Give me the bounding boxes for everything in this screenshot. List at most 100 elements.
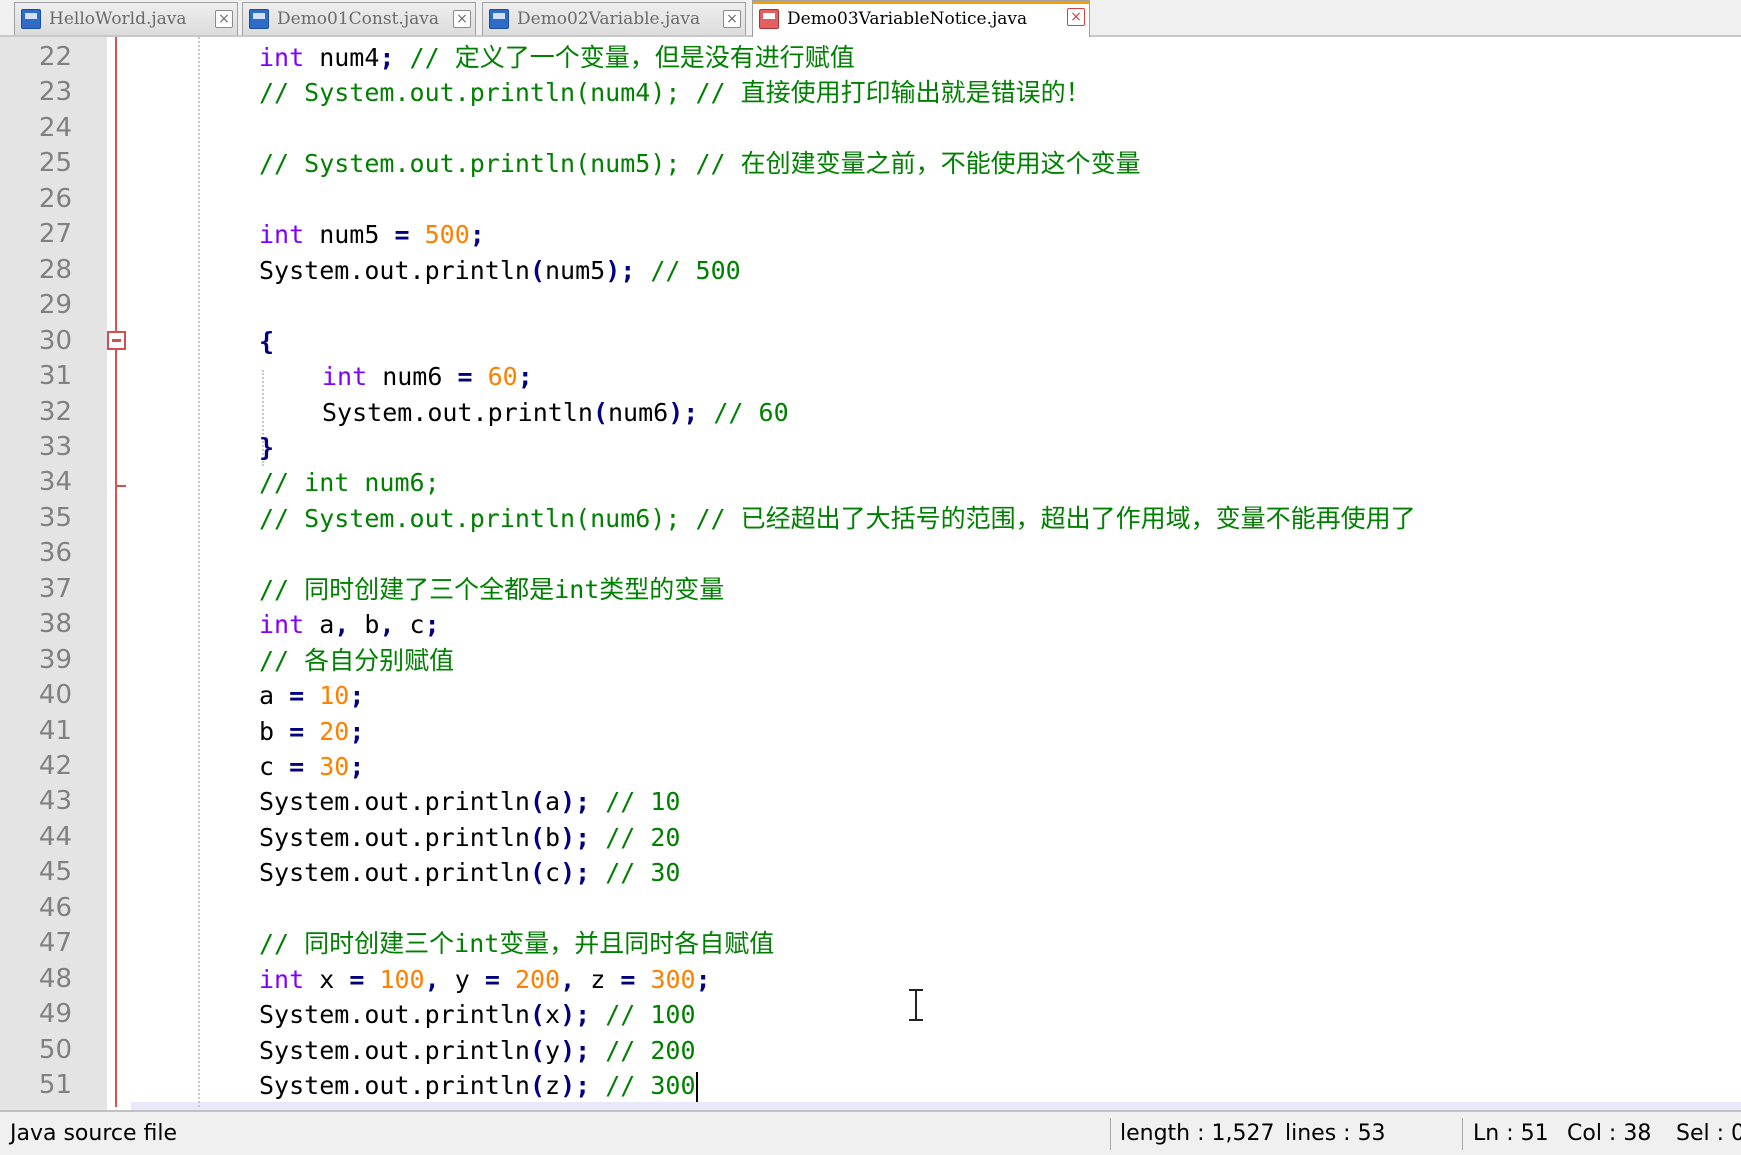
code-token: 300	[650, 965, 696, 994]
code-token: num5	[304, 220, 395, 249]
code-line: int a, b, c;	[259, 607, 440, 642]
line-number: 30	[38, 326, 72, 356]
line-number: 32	[38, 397, 72, 427]
tab-demo01const[interactable]: Demo01Const.java ×	[242, 2, 476, 35]
java-file-icon	[21, 9, 41, 29]
code-token: b	[259, 717, 290, 746]
code-token: // int num6;	[259, 468, 440, 497]
close-icon[interactable]: ×	[215, 10, 233, 28]
code-line: int num6 = 60;	[322, 359, 533, 394]
line-number: 36	[38, 538, 72, 568]
code-token: num5	[545, 256, 606, 285]
code-token: ,	[379, 610, 395, 639]
close-icon[interactable]: ×	[723, 10, 741, 28]
code-line: // System.out.println(num6); // 已经超出了大括号…	[259, 501, 1416, 536]
tab-helloworld[interactable]: HelloWorld.java ×	[14, 2, 238, 35]
fold-line	[115, 37, 117, 1107]
line-number: 34	[38, 467, 72, 497]
code-token: System.out.println	[322, 398, 593, 427]
code-token: =	[349, 965, 365, 994]
modified-file-icon	[759, 9, 779, 29]
line-number: 48	[38, 964, 72, 994]
code-token: ,	[424, 965, 440, 994]
code-token: =	[394, 220, 410, 249]
line-number: 47	[38, 928, 72, 958]
code-line: System.out.println(num6); // 60	[322, 395, 789, 430]
close-icon[interactable]: ×	[1067, 8, 1085, 26]
code-line: // int num6;	[259, 465, 440, 500]
line-number: 29	[38, 290, 72, 320]
code-token: a	[304, 610, 335, 639]
code-line: System.out.println(b); // 20	[259, 820, 680, 855]
line-number: 28	[38, 255, 72, 285]
code-token: 200	[514, 965, 561, 994]
code-token: int	[259, 220, 305, 249]
code-token: // System.out.println(num6); // 已经超出了大括号…	[259, 504, 1416, 533]
selection-length: Sel : 0	[1676, 1121, 1741, 1146]
line-number: 51	[38, 1070, 72, 1100]
code-token: x	[304, 965, 350, 994]
code-token: (	[529, 823, 545, 852]
code-token: c	[545, 858, 561, 887]
line-number: 46	[38, 893, 72, 923]
code-token: int	[322, 362, 368, 391]
code-token: num4	[304, 43, 380, 72]
code-token: System.out.println	[259, 1000, 530, 1029]
code-token: // 定义了一个变量，但是没有进行赋值	[394, 43, 855, 72]
line-number: 37	[38, 574, 72, 604]
code-line: }	[259, 430, 274, 465]
code-token: {	[259, 327, 275, 356]
code-token: // 300	[590, 1071, 696, 1100]
code-token: b	[545, 823, 561, 852]
line-number: 41	[38, 716, 72, 746]
code-token: );	[560, 823, 591, 852]
code-token: System.out.println	[259, 858, 530, 887]
code-token: x	[545, 1000, 561, 1029]
code-token: );	[560, 1071, 591, 1100]
code-token: c	[394, 610, 425, 639]
code-token: // 30	[590, 858, 681, 887]
line-number: 26	[38, 184, 72, 214]
code-token: 10	[319, 681, 350, 710]
code-token: System.out.println	[259, 823, 530, 852]
code-editor[interactable]: 22 int num4; // 定义了一个变量，但是没有进行赋值 23 // Syst…	[0, 37, 1741, 1110]
code-token: 30	[319, 752, 350, 781]
cursor-line: Ln : 51	[1473, 1121, 1549, 1146]
tab-label: HelloWorld.java	[49, 9, 187, 29]
code-line: // 各自分别赋值	[259, 643, 454, 678]
code-token: (	[529, 1000, 545, 1029]
line-number: 45	[38, 857, 72, 887]
code-token: ;	[469, 220, 485, 249]
code-token: (	[529, 858, 545, 887]
fold-toggle-icon[interactable]	[107, 331, 126, 350]
text-cursor-icon	[909, 989, 923, 1021]
line-number: 49	[38, 999, 72, 1029]
code-line: c = 30;	[259, 749, 364, 784]
code-line: System.out.println(num5); // 500	[259, 253, 741, 288]
code-token: );	[605, 256, 636, 285]
code-token: (	[592, 398, 608, 427]
tab-demo03variablenotice[interactable]: Demo03VariableNotice.java ×	[752, 0, 1090, 37]
code-token: // 60	[698, 398, 789, 427]
code-token: System.out.println	[259, 1071, 530, 1100]
line-number: 25	[38, 148, 72, 178]
line-number: 35	[38, 503, 72, 533]
code-line: System.out.println(x); // 100	[259, 997, 696, 1032]
line-number: 43	[38, 786, 72, 816]
line-number: 27	[38, 219, 72, 249]
code-token: (	[529, 1071, 545, 1100]
close-icon[interactable]: ×	[453, 10, 471, 28]
tab-demo02variable[interactable]: Demo02Variable.java ×	[482, 2, 746, 35]
code-token: 60	[487, 362, 518, 391]
code-token: // 200	[590, 1036, 696, 1065]
code-line: System.out.println(y); // 200	[259, 1033, 696, 1068]
code-token: =	[457, 362, 473, 391]
tab-bar: HelloWorld.java × Demo01Const.java × Dem…	[0, 0, 1741, 37]
code-token: // 10	[590, 787, 681, 816]
